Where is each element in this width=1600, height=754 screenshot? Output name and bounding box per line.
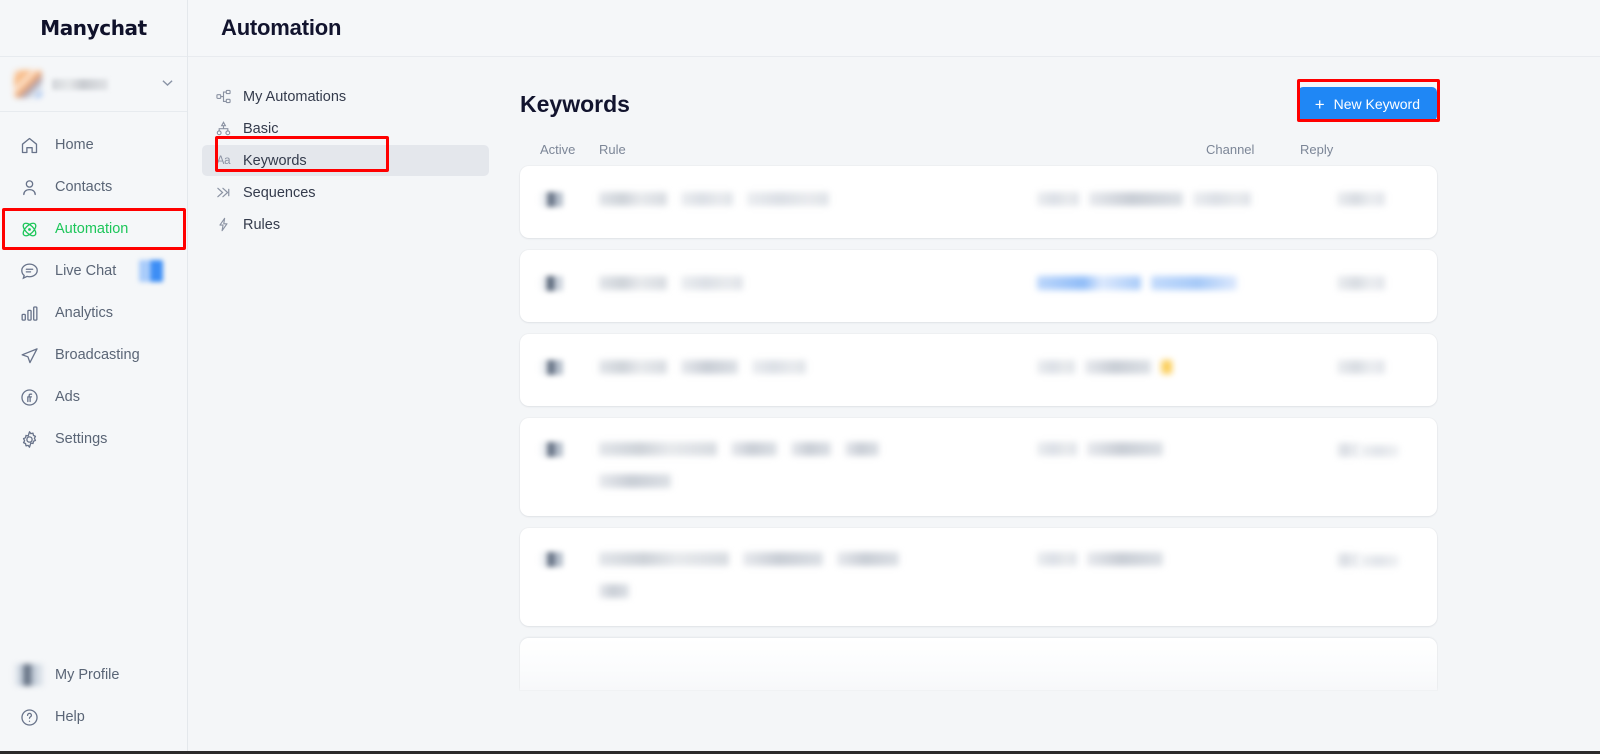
table-row[interactable] [520,528,1437,626]
table-row[interactable] [520,166,1437,238]
app-root: Manychat Home [0,0,1600,754]
new-keyword-button[interactable]: + New Keyword [1298,87,1437,121]
sidebar-item-contacts[interactable]: Contacts [0,166,187,208]
sidebar-item-label: Contacts [55,179,112,195]
row-active-toggle[interactable] [520,360,599,380]
sidebar-item-broadcasting[interactable]: Broadcasting [0,334,187,376]
row-rule-cell [599,360,943,374]
sidebar-item-my-profile[interactable]: My Profile [0,654,187,696]
subnav-item-keywords[interactable]: Aa Keywords [202,145,489,176]
table-row-partial[interactable] [520,638,1437,690]
row-rule-cell [599,192,943,206]
table-row[interactable] [520,418,1437,516]
keywords-content: Keywords + New Keyword Active Rule Chann… [503,57,1600,754]
subnav-item-label: My Automations [243,89,346,105]
table-row[interactable] [520,334,1437,406]
row-end-cell [1337,552,1437,572]
chevron-down-icon[interactable] [162,79,173,90]
hierarchy-icon [215,121,232,136]
sidebar-item-automation[interactable]: Automation [0,208,187,250]
keywords-table [503,166,1600,690]
sidebar-item-live-chat[interactable]: Live Chat [0,250,187,292]
brand-name: Manychat [40,16,147,40]
sidebar-item-label: Broadcasting [55,347,140,363]
new-keyword-label: New Keyword [1334,96,1420,112]
row-reply-cell [1037,276,1337,290]
subnav-item-sequences[interactable]: Sequences [202,177,489,208]
sidebar-item-label: Analytics [55,305,113,321]
row-rule-cell [599,276,943,290]
facebook-icon [18,386,40,408]
account-avatar [14,70,42,98]
atom-icon [18,218,40,240]
row-reply-cell [1037,192,1337,206]
row-reply-cell [1037,552,1337,566]
sidebar-item-analytics[interactable]: Analytics [0,292,187,334]
account-switcher[interactable] [0,56,187,112]
sidebar-item-label: Ads [55,389,80,405]
sidebar-nav: Home Contacts Automati [0,112,187,654]
sidebar-item-help[interactable]: Help [0,696,187,738]
live-chat-badge-redacted [139,260,163,282]
flow-nodes-icon [215,89,232,104]
sidebar-item-ads[interactable]: Ads [0,376,187,418]
subnav-item-rules[interactable]: Rules [202,209,489,240]
column-header-channel: Channel [1206,142,1300,157]
account-name-redacted [52,79,108,90]
sidebar-item-label: Help [55,709,85,725]
column-header-reply: Reply [1300,142,1600,157]
chat-bubble-icon [18,260,40,282]
aa-text-icon: Aa [215,155,232,167]
sidebar-item-label: Live Chat [55,263,116,279]
row-active-toggle[interactable] [520,192,599,212]
table-row[interactable] [520,250,1437,322]
row-active-toggle[interactable] [520,442,599,462]
sidebar-item-label: Home [55,137,94,153]
sidebar-item-label: My Profile [55,667,119,683]
row-rule-cell [599,442,943,488]
section-title: Keywords [520,91,630,118]
home-icon [18,134,40,156]
brand-logo: Manychat [0,0,187,56]
row-reply-cell [1037,442,1337,456]
question-mark-icon [18,706,40,728]
subnav-item-label: Basic [243,121,278,137]
lightning-icon [215,217,232,232]
row-end-cell [1337,442,1437,462]
subnav-item-label: Keywords [243,153,307,169]
sidebar-item-label: Settings [55,431,107,447]
subnav-item-label: Rules [243,217,280,233]
row-reply-cell [1037,360,1337,374]
table-column-headers: Active Rule Channel Reply [503,121,1600,166]
send-icon [18,344,40,366]
page-header: Automation [188,0,1600,57]
double-chevron-icon [215,185,232,200]
main-sidebar: Manychat Home [0,0,188,754]
main-area: Automation My Automations [188,0,1600,754]
row-end-cell [1337,360,1437,379]
row-rule-cell [599,552,943,598]
row-end-cell [1337,276,1437,295]
person-icon [18,176,40,198]
sidebar-item-home[interactable]: Home [0,124,187,166]
content-header: Keywords + New Keyword [503,57,1600,121]
avatar-icon [18,664,40,686]
column-header-rule: Rule [599,142,1206,157]
gear-icon [18,428,40,450]
bar-chart-icon [18,302,40,324]
subnav-item-basic[interactable]: Basic [202,113,489,144]
subnav-item-my-automations[interactable]: My Automations [202,81,489,112]
row-active-toggle[interactable] [520,276,599,296]
sidebar-item-settings[interactable]: Settings [0,418,187,460]
sidebar-item-label: Automation [55,221,128,237]
column-header-active: Active [520,142,599,157]
body-wrap: My Automations Basic Aa Keywords [188,57,1600,754]
subnav-item-label: Sequences [243,185,316,201]
page-title: Automation [221,15,341,41]
row-active-toggle[interactable] [520,552,599,572]
sidebar-bottom: My Profile Help [0,654,187,754]
row-end-cell [1337,192,1437,211]
automation-subnav: My Automations Basic Aa Keywords [188,57,503,754]
plus-icon: + [1315,96,1325,113]
